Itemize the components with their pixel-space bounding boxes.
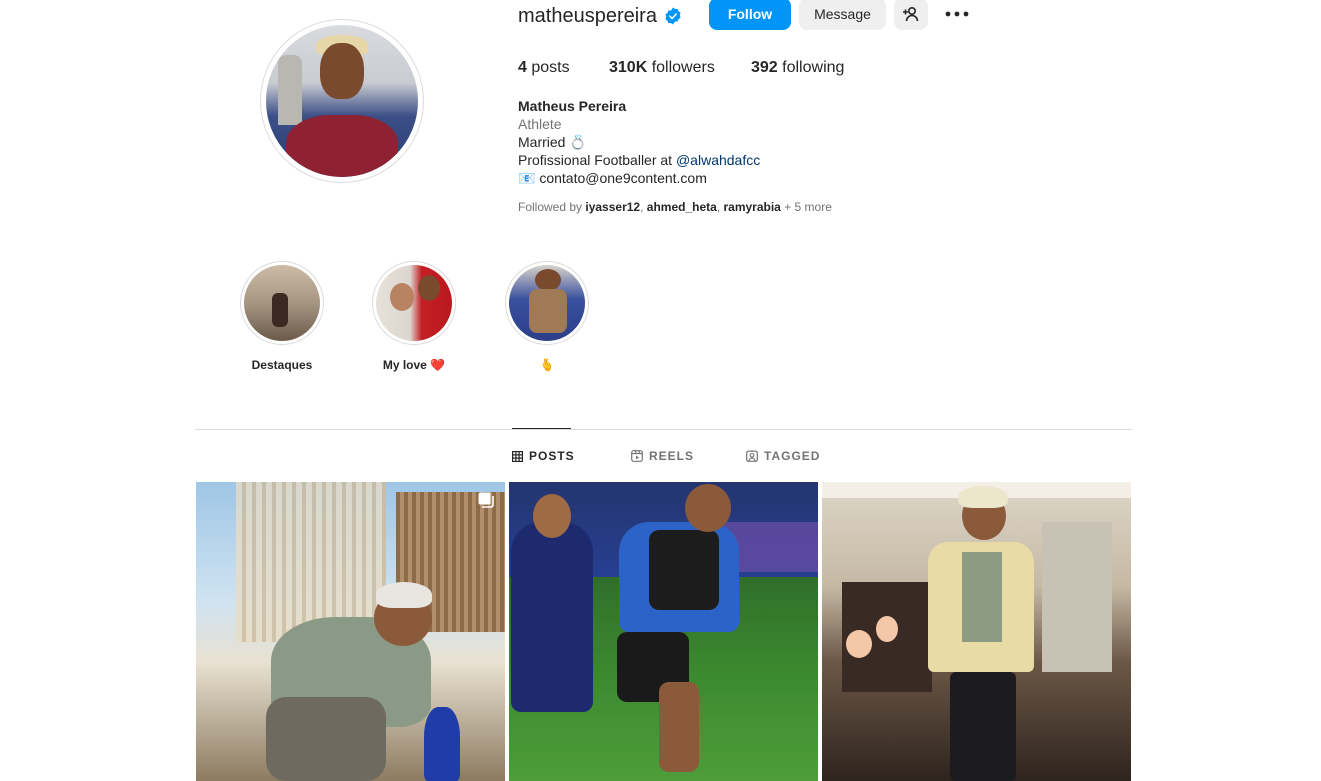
reels-icon (631, 450, 643, 462)
posts-count: 4 posts (518, 59, 570, 76)
post-tile[interactable] (196, 482, 505, 781)
profile-username: matheuspereira (518, 5, 657, 27)
highlight-destaques-cover[interactable] (244, 265, 320, 341)
message-button[interactable]: Message (799, 0, 886, 30)
highlight-destaques-label: Destaques (251, 358, 313, 372)
follow-button[interactable]: Follow (709, 0, 791, 30)
verified-badge-icon (665, 7, 681, 25)
tagged-icon (746, 450, 758, 462)
ellipsis-icon (945, 11, 969, 17)
bio-category: Athlete (518, 116, 562, 132)
tab-posts[interactable]: POSTS (512, 448, 575, 464)
follower-user: ramyrabia (723, 200, 781, 214)
follower-user: ahmed_heta (646, 200, 717, 214)
bio-email: 📧 contato@one9content.com (518, 169, 707, 187)
followers-link[interactable]: 310K followers (609, 58, 715, 78)
email-icon: 📧 (518, 170, 536, 186)
more-options-button[interactable] (943, 3, 971, 25)
active-tab-indicator (512, 428, 571, 429)
grid-icon (512, 450, 523, 462)
suggested-users-button[interactable] (894, 0, 928, 30)
bio-full-name: Matheus Pereira (518, 98, 627, 114)
tab-tagged[interactable]: TAGGED (746, 448, 820, 464)
highlight-mylove-cover[interactable] (376, 265, 452, 341)
following-link[interactable]: 392 following (751, 58, 844, 78)
tab-posts-label: POSTS (529, 449, 575, 463)
highlight-mylove-label: My love ❤️ (382, 358, 446, 372)
bio-job-text: Profissional Footballer at (518, 152, 676, 168)
bio-married: Married 💍 (518, 134, 587, 150)
followed-by[interactable]: Followed by iyasser12, ahmed_heta, ramyr… (518, 199, 832, 215)
post-tile[interactable] (822, 482, 1131, 781)
tab-reels-label: REELS (649, 449, 695, 463)
follower-user: iyasser12 (585, 200, 641, 214)
post-tile[interactable] (509, 482, 818, 781)
highlight-hand-cover[interactable] (509, 265, 585, 341)
carousel-icon (478, 492, 494, 508)
tabs-divider (195, 429, 1132, 430)
add-person-icon (903, 6, 919, 22)
club-mention-link[interactable]: @alwahdafcc (676, 152, 760, 168)
bio-email-text: contato@one9content.com (539, 170, 707, 186)
highlight-hand-label: 🫰 (539, 358, 555, 372)
tab-reels[interactable]: REELS (631, 448, 694, 464)
bio-job: Profissional Footballer at @alwahdafcc (518, 151, 760, 169)
tab-tagged-label: TAGGED (764, 449, 821, 463)
profile-avatar[interactable] (266, 25, 418, 177)
